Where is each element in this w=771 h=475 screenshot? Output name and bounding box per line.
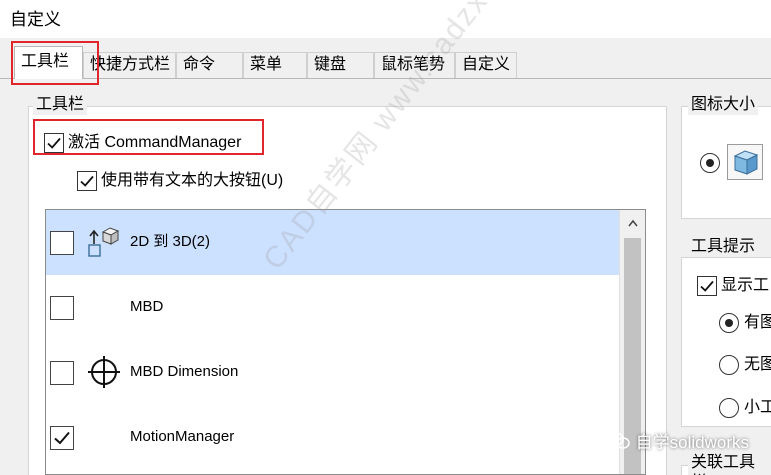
tooltip-option-no-image-label: 无图	[744, 356, 771, 373]
toolbars-group-label: 工具栏	[33, 95, 88, 115]
list-item-checkbox[interactable]	[50, 426, 74, 450]
icon-size-small-radio[interactable]	[700, 153, 720, 173]
list-item-label: MBD	[130, 298, 164, 315]
tab-strip: 工具栏 快捷方式栏 命令 菜单 键盘 鼠标笔势 自定义	[0, 38, 771, 79]
list-item-checkbox[interactable]	[50, 296, 74, 320]
crosshair-icon	[86, 354, 122, 390]
title-bar: 自定义	[0, 0, 771, 38]
list-item[interactable]: MBD	[46, 275, 619, 340]
tooltip-option-with-image-radio[interactable]	[719, 313, 739, 333]
tab-shortcut-bars[interactable]: 快捷方式栏	[83, 52, 176, 78]
tab-customization[interactable]: 自定义	[455, 52, 517, 78]
brand-overlay: 自学solidworks	[607, 428, 749, 453]
list-item-checkbox[interactable]	[50, 361, 74, 385]
use-large-buttons-checkbox[interactable]	[77, 171, 97, 191]
tab-mouse-gestures[interactable]: 鼠标笔势	[374, 52, 455, 78]
tab-menus[interactable]: 菜单	[243, 52, 307, 78]
window-title: 自定义	[10, 10, 61, 29]
chevron-up-icon	[628, 219, 638, 227]
show-tooltips-label: 显示工	[721, 277, 770, 294]
show-tooltips-checkbox[interactable]	[697, 276, 717, 296]
list-item[interactable]: 2D 到 3D(2)	[46, 210, 619, 275]
wechat-icon	[607, 431, 630, 449]
scroll-up-button[interactable]	[620, 210, 645, 236]
activate-command-manager-checkbox[interactable]	[44, 133, 64, 153]
tab-keyboard[interactable]: 键盘	[307, 52, 374, 78]
icon-size-group-label: 图标大小	[688, 95, 759, 115]
tooltip-option-small-radio[interactable]	[719, 398, 739, 418]
tooltip-option-small-label: 小工	[744, 399, 771, 416]
tab-toolbars[interactable]: 工具栏	[14, 46, 83, 79]
tooltip-option-with-image-label: 有图	[744, 314, 771, 331]
toolbar-list[interactable]: 2D 到 3D(2) MBD MBD Dimension MotionManag…	[45, 209, 646, 475]
tooltip-option-no-image-radio[interactable]	[719, 355, 739, 375]
tab-commands[interactable]: 命令	[176, 52, 243, 78]
list-item[interactable]: MotionManager	[46, 405, 619, 470]
checkmark-icon	[80, 175, 94, 187]
list-item[interactable]: MBD Dimension	[46, 340, 619, 405]
tooltips-group-label: 工具提示	[688, 237, 759, 257]
checkmark-icon	[47, 137, 61, 149]
list-item-label: 2D 到 3D(2)	[130, 233, 211, 250]
checkmark-icon	[54, 431, 70, 445]
checkmark-icon	[700, 280, 714, 292]
list-item-label: MotionManager	[130, 428, 235, 445]
list-item-label: MBD Dimension	[130, 363, 239, 380]
use-large-buttons-label: 使用带有文本的大按钮(U)	[101, 172, 284, 189]
context-toolbar-group-label: 关联工具栏	[688, 453, 771, 475]
small-cube-icon[interactable]	[727, 144, 763, 180]
brand-text: 自学solidworks	[635, 433, 749, 452]
activate-command-manager-label: 激活 CommandManager	[68, 134, 242, 151]
list-item-checkbox[interactable]	[50, 231, 74, 255]
2d-to-3d-icon	[86, 224, 122, 260]
